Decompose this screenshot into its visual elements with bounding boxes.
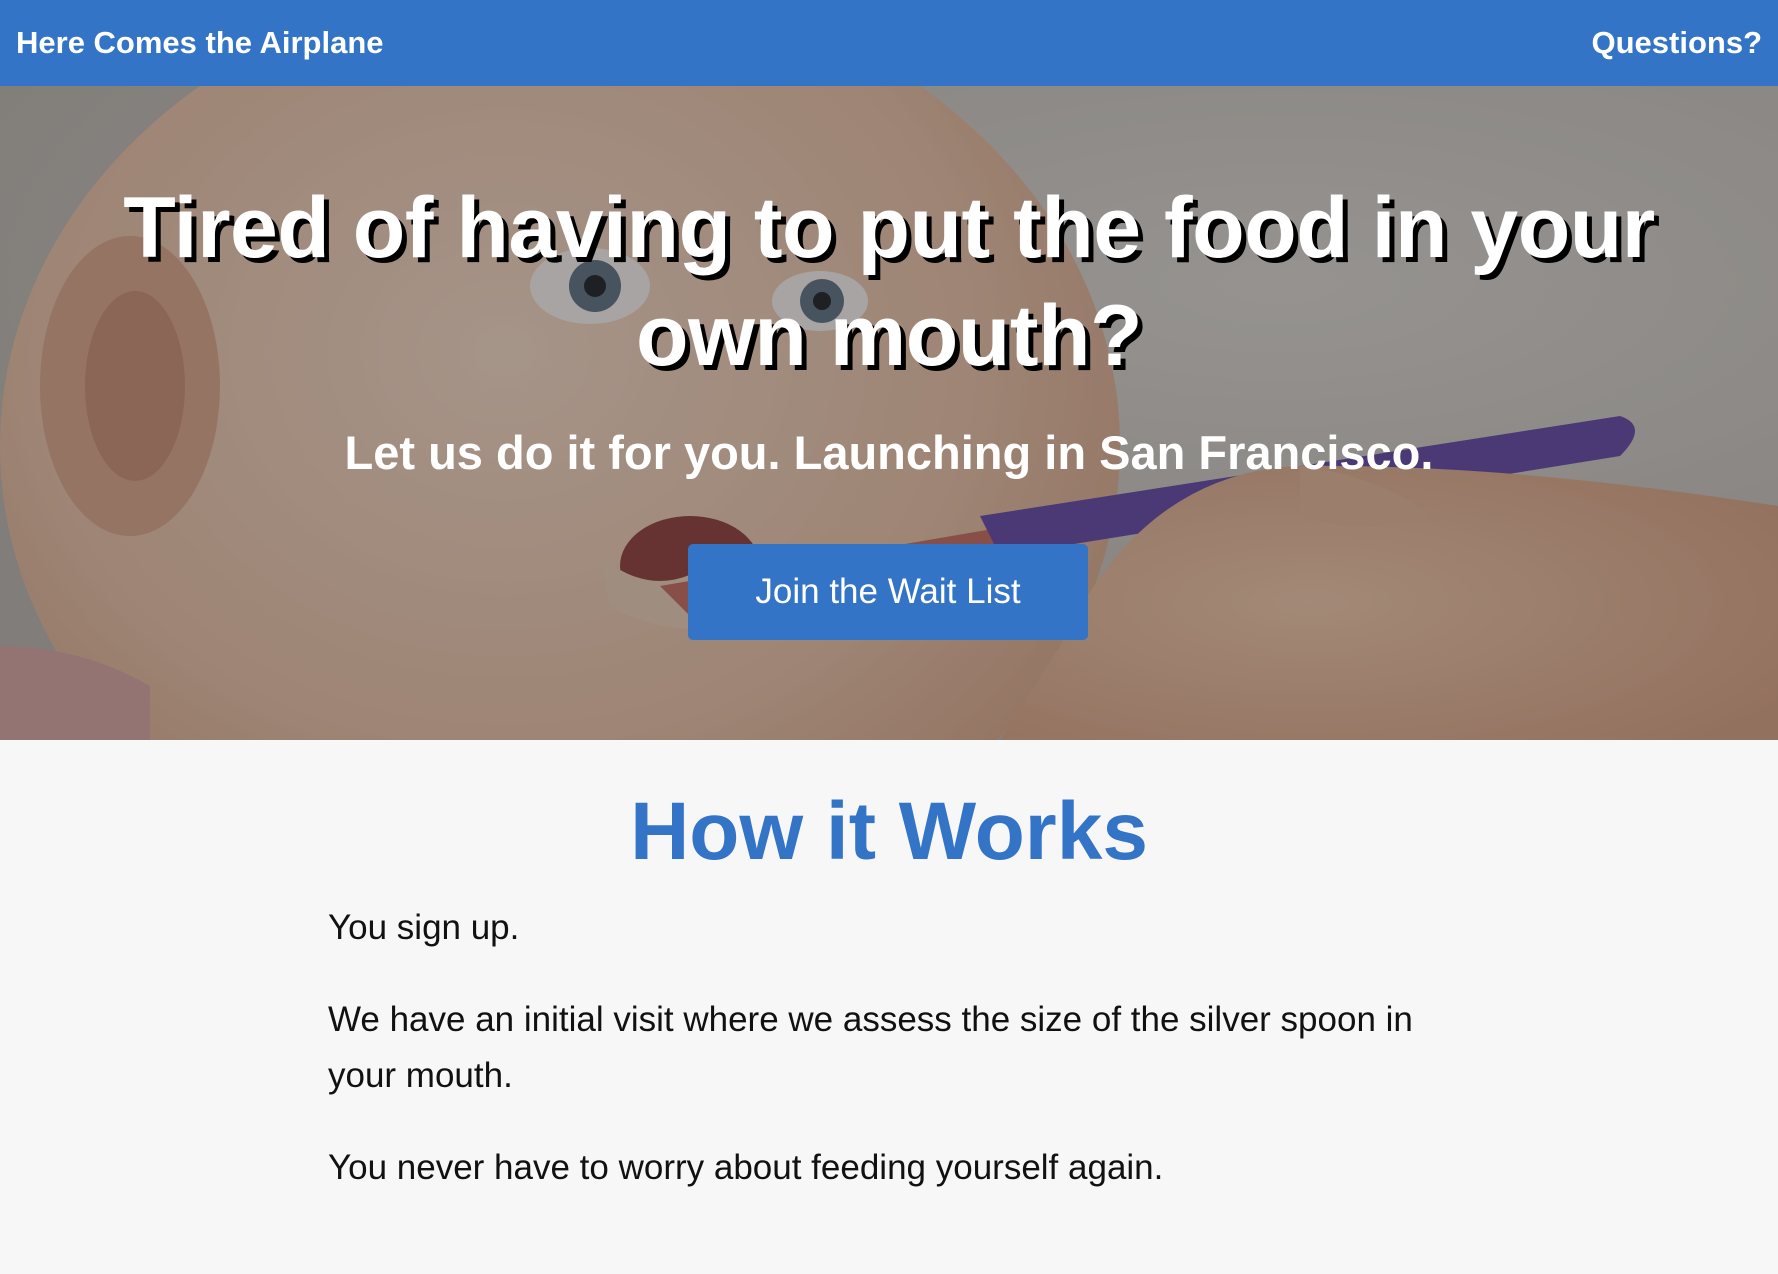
join-wait-list-button[interactable]: Join the Wait List — [688, 544, 1088, 640]
hero-headline: Tired of having to put the food in your … — [123, 180, 1655, 384]
hero-section: Tired of having to put the food in your … — [0, 86, 1778, 740]
questions-link[interactable]: Questions? — [1591, 25, 1762, 61]
top-navbar: Here Comes the Airplane Questions? — [0, 0, 1778, 86]
step-item: We have an initial visit where we assess… — [328, 1000, 1413, 1095]
hero-content: Tired of having to put the food in your … — [0, 86, 1778, 740]
steps-list: You sign up. We have an initial visit wh… — [328, 900, 1468, 1232]
brand-link[interactable]: Here Comes the Airplane — [16, 25, 384, 61]
how-it-works-title: How it Works — [630, 786, 1148, 877]
step-item: You never have to worry about feeding yo… — [328, 1148, 1164, 1187]
hero-subheadline: Let us do it for you. Launching in San F… — [344, 426, 1434, 479]
how-it-works-section: How it Works You sign up. We have an ini… — [0, 740, 1778, 1274]
step-item: You sign up. — [328, 908, 520, 947]
